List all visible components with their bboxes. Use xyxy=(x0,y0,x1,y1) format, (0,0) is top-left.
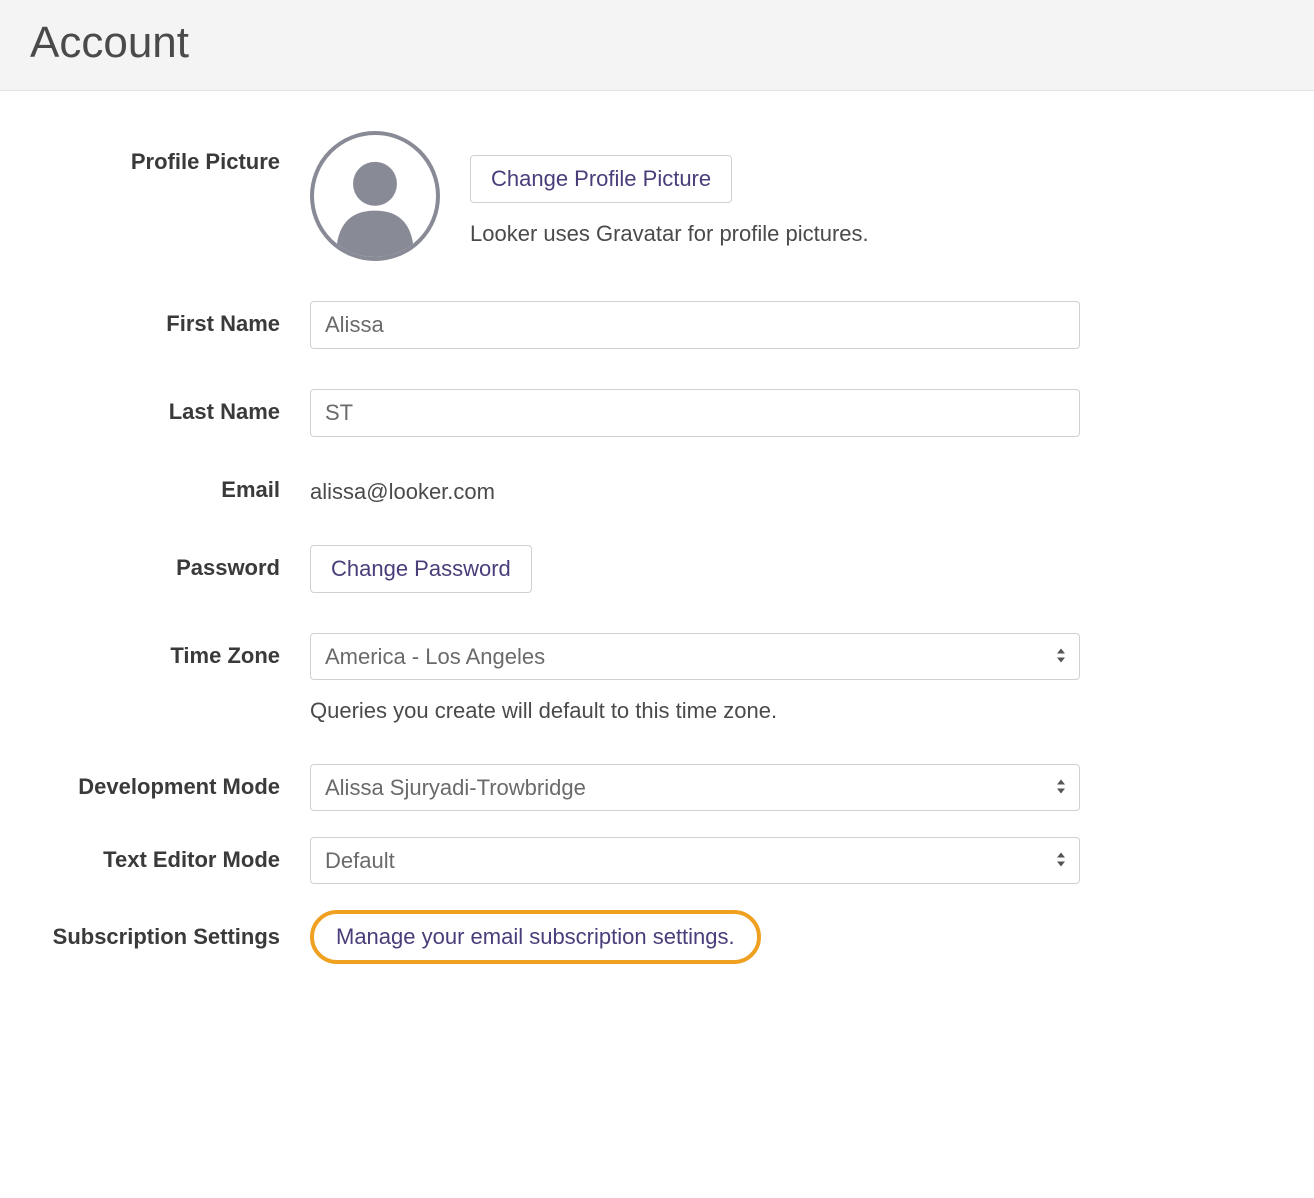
row-development-mode: Development Mode Alissa Sjuryadi-Trowbri… xyxy=(30,764,1284,811)
label-col: Last Name xyxy=(30,389,310,425)
time-zone-help: Queries you create will default to this … xyxy=(310,698,1140,724)
row-first-name: First Name xyxy=(30,301,1284,349)
development-mode-select[interactable]: Alissa Sjuryadi-Trowbridge xyxy=(310,764,1080,811)
text-editor-mode-select-wrap: Default xyxy=(310,837,1080,884)
value-col: Change Profile Picture Looker uses Grava… xyxy=(310,131,1140,261)
label-col: Subscription Settings xyxy=(30,910,310,950)
value-col: Change Password xyxy=(310,545,1140,593)
subscription-link-highlight: Manage your email subscription settings. xyxy=(310,910,761,964)
label-col: Profile Picture xyxy=(30,131,310,175)
value-col: alissa@looker.com xyxy=(310,477,1140,505)
avatar-row: Change Profile Picture Looker uses Grava… xyxy=(310,131,1140,261)
first-name-input[interactable] xyxy=(310,301,1080,349)
value-col: America - Los Angeles Queries you create… xyxy=(310,633,1140,724)
value-col xyxy=(310,301,1140,349)
account-form: Profile Picture Change Profile Picture L… xyxy=(0,91,1314,1004)
change-password-button[interactable]: Change Password xyxy=(310,545,532,593)
manage-subscription-link[interactable]: Manage your email subscription settings. xyxy=(336,924,735,949)
row-subscription-settings: Subscription Settings Manage your email … xyxy=(30,910,1284,964)
value-col: Manage your email subscription settings. xyxy=(310,910,1140,964)
email-label: Email xyxy=(221,477,280,502)
change-profile-picture-button[interactable]: Change Profile Picture xyxy=(470,155,732,203)
value-col xyxy=(310,389,1140,437)
avatar-icon xyxy=(310,131,440,261)
email-value: alissa@looker.com xyxy=(310,477,1140,505)
profile-picture-help: Looker uses Gravatar for profile picture… xyxy=(470,221,869,247)
page-header: Account xyxy=(0,0,1314,91)
first-name-label: First Name xyxy=(166,311,280,336)
person-silhouette-icon xyxy=(314,135,436,257)
last-name-label: Last Name xyxy=(169,399,280,424)
label-col: Text Editor Mode xyxy=(30,837,310,873)
avatar-side: Change Profile Picture Looker uses Grava… xyxy=(470,131,869,247)
time-zone-select-wrap: America - Los Angeles xyxy=(310,633,1080,680)
last-name-input[interactable] xyxy=(310,389,1080,437)
row-time-zone: Time Zone America - Los Angeles Queries … xyxy=(30,633,1284,724)
label-col: Development Mode xyxy=(30,764,310,800)
label-col: First Name xyxy=(30,301,310,337)
subscription-settings-label: Subscription Settings xyxy=(53,924,280,949)
value-col: Default xyxy=(310,837,1140,884)
row-last-name: Last Name xyxy=(30,389,1284,437)
development-mode-label: Development Mode xyxy=(78,774,280,799)
development-mode-select-wrap: Alissa Sjuryadi-Trowbridge xyxy=(310,764,1080,811)
text-editor-mode-select[interactable]: Default xyxy=(310,837,1080,884)
password-label: Password xyxy=(176,555,280,580)
page-title: Account xyxy=(30,18,1284,68)
label-col: Password xyxy=(30,545,310,581)
text-editor-mode-label: Text Editor Mode xyxy=(103,847,280,872)
label-col: Email xyxy=(30,477,310,503)
time-zone-label: Time Zone xyxy=(170,643,280,668)
time-zone-select[interactable]: America - Los Angeles xyxy=(310,633,1080,680)
row-text-editor-mode: Text Editor Mode Default xyxy=(30,837,1284,884)
row-email: Email alissa@looker.com xyxy=(30,477,1284,505)
row-password: Password Change Password xyxy=(30,545,1284,593)
label-col: Time Zone xyxy=(30,633,310,669)
row-profile-picture: Profile Picture Change Profile Picture L… xyxy=(30,131,1284,261)
value-col: Alissa Sjuryadi-Trowbridge xyxy=(310,764,1140,811)
profile-picture-label: Profile Picture xyxy=(131,149,280,174)
